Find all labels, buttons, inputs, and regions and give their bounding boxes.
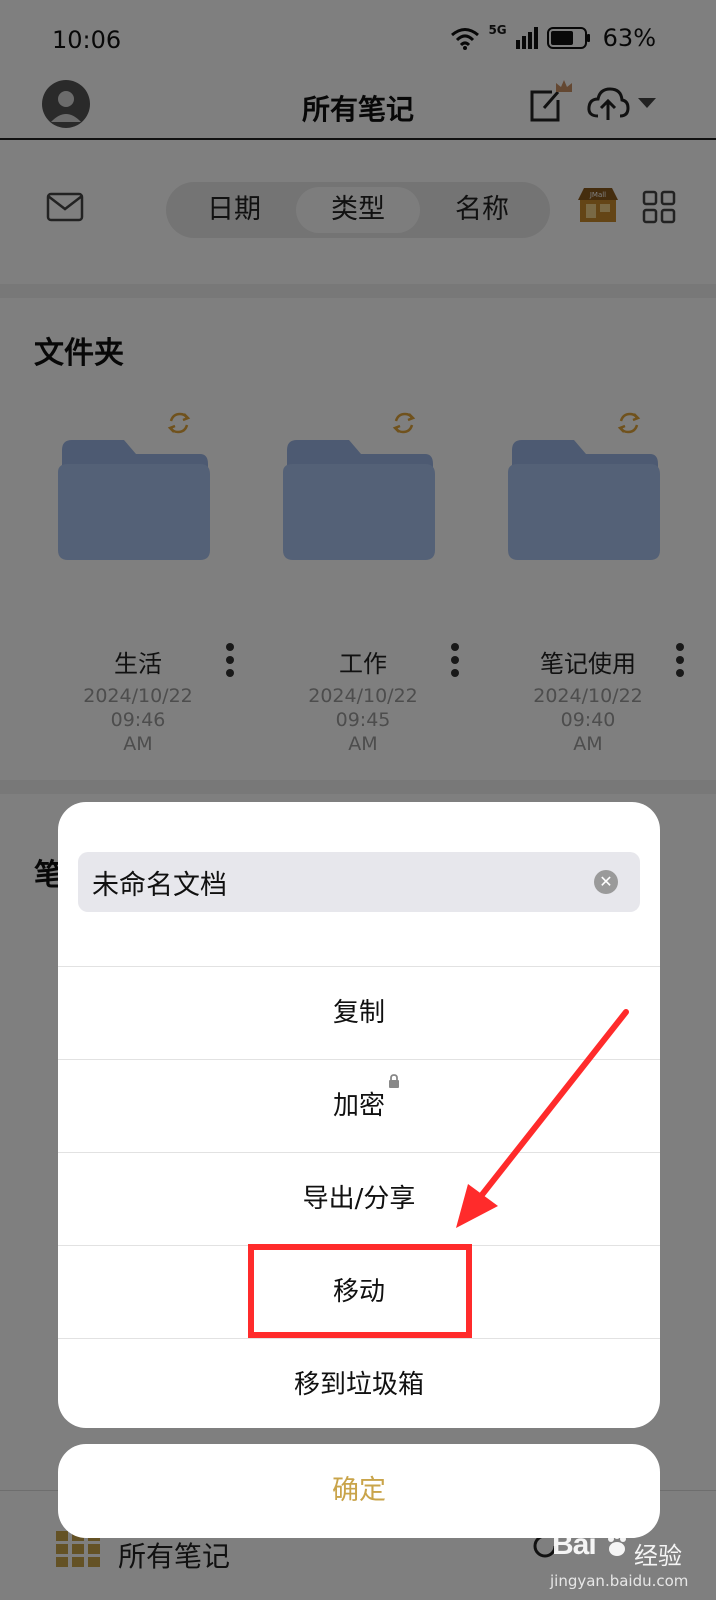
menu-item-label: 复制: [332, 998, 385, 1028]
annotation-highlight-box: [248, 1244, 472, 1338]
baidu-jingyan-watermark: Bai 经验 jingyan.baidu.com: [548, 1526, 716, 1600]
watermark-brand: Bai: [552, 1528, 597, 1561]
document-name-input[interactable]: [92, 852, 592, 912]
menu-item-label: 移到垃圾箱: [293, 1370, 424, 1400]
menu-item-label: 加密: [332, 1091, 385, 1121]
menu-item-copy[interactable]: 复制: [58, 966, 660, 1059]
confirm-button[interactable]: 确定: [58, 1444, 660, 1538]
paw-logo-icon: [608, 1533, 626, 1556]
menu-item-encrypt[interactable]: 加密: [58, 1059, 660, 1152]
menu-item-label: 导出/分享: [302, 1184, 416, 1214]
menu-item-move-to-trash[interactable]: 移到垃圾箱: [58, 1338, 660, 1428]
menu-item-export-share[interactable]: 导出/分享: [58, 1152, 660, 1245]
clear-icon[interactable]: ✕: [594, 870, 618, 894]
watermark-url: jingyan.baidu.com: [550, 1572, 689, 1590]
watermark-jingyan: 经验: [634, 1542, 682, 1570]
document-name-field: ✕: [78, 852, 640, 912]
lock-icon: [389, 1074, 399, 1088]
